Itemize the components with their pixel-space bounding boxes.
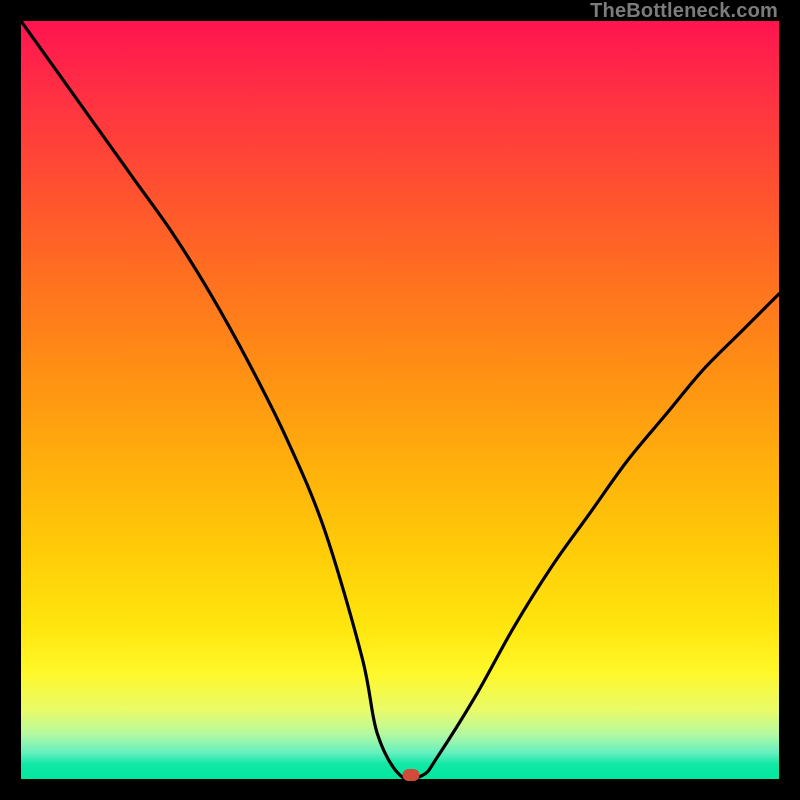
bottleneck-marker <box>403 769 420 781</box>
plot-area <box>21 21 779 779</box>
watermark-label: TheBottleneck.com <box>590 0 778 23</box>
chart-frame: TheBottleneck.com <box>0 0 800 800</box>
bottleneck-curve <box>21 21 779 779</box>
